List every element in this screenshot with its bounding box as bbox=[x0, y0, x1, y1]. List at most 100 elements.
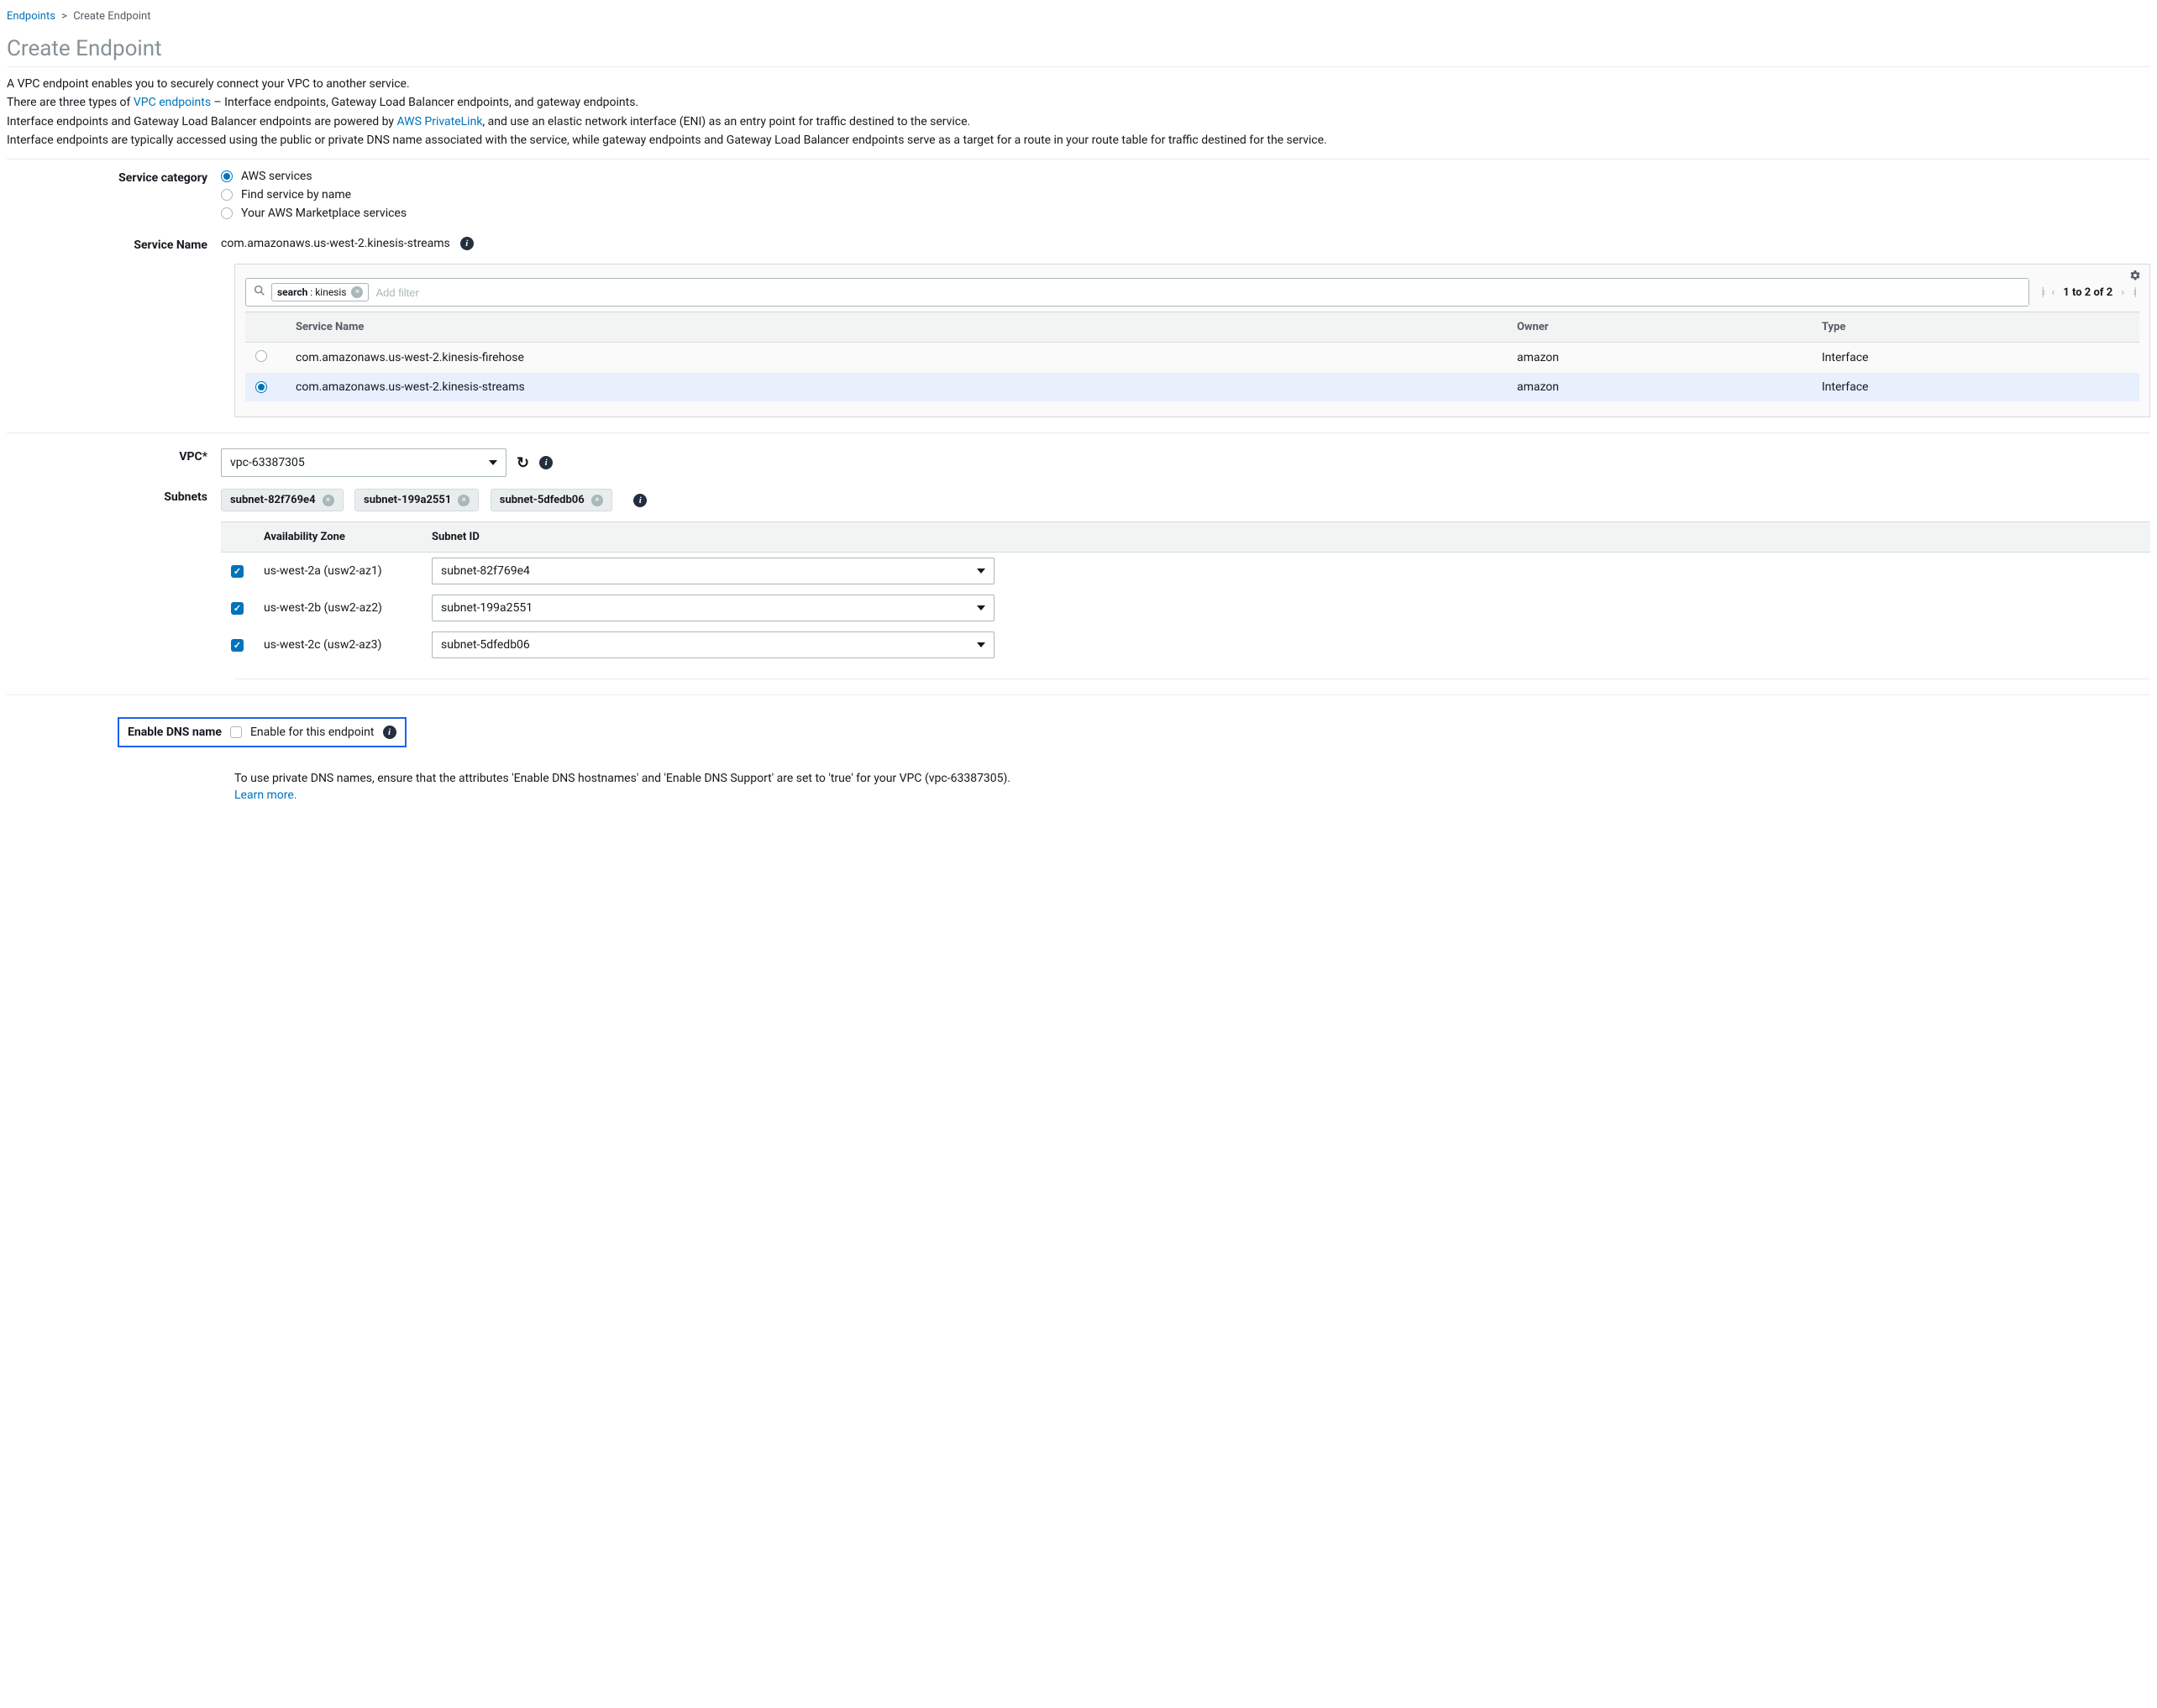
subnet-select-value: subnet-5dfedb06 bbox=[441, 638, 530, 652]
dns-note-text: To use private DNS names, ensure that th… bbox=[234, 771, 2150, 788]
chevron-down-icon bbox=[489, 460, 497, 465]
cell-type: Interface bbox=[1812, 373, 2139, 401]
breadcrumb: Endpoints > Create Endpoint bbox=[7, 7, 2150, 29]
chevron-down-icon bbox=[977, 568, 985, 574]
subnet-select[interactable]: subnet-199a2551 bbox=[432, 595, 995, 621]
page-prev-icon[interactable]: ‹ bbox=[2051, 286, 2055, 299]
tag-remove-icon[interactable]: × bbox=[458, 495, 470, 506]
col-service-name[interactable]: Service Name bbox=[286, 312, 1507, 343]
subnet-tag[interactable]: subnet-82f769e4 × bbox=[221, 489, 344, 511]
chevron-down-icon bbox=[977, 642, 985, 647]
page-info: 1 to 2 of 2 bbox=[2063, 286, 2112, 299]
subnet-select[interactable]: subnet-5dfedb06 bbox=[432, 631, 995, 658]
enable-dns-row: Enable DNS name Enable for this endpoint… bbox=[7, 710, 2150, 747]
subnets-label: Subnets bbox=[7, 489, 221, 504]
search-chip[interactable]: search : kinesis × bbox=[271, 283, 369, 301]
vpc-endpoints-link[interactable]: VPC endpoints bbox=[134, 96, 211, 109]
cell-service-name: com.amazonaws.us-west-2.kinesis-streams bbox=[286, 373, 1507, 401]
chip-remove-icon[interactable]: × bbox=[351, 286, 363, 298]
aws-privatelink-link[interactable]: AWS PrivateLink bbox=[397, 115, 483, 128]
radio-label: Your AWS Marketplace services bbox=[241, 207, 407, 220]
subnet-tags: subnet-82f769e4 × subnet-199a2551 × subn… bbox=[221, 489, 2150, 511]
cell-type: Interface bbox=[1812, 343, 2139, 374]
divider bbox=[7, 694, 2150, 695]
service-name-value: com.amazonaws.us-west-2.kinesis-streams bbox=[221, 237, 450, 250]
service-table-panel: search : kinesis × |‹ ‹ 1 to 2 of 2 › ›|… bbox=[234, 264, 2150, 417]
service-row[interactable]: com.amazonaws.us-west-2.kinesis-firehose… bbox=[245, 343, 2139, 374]
subnet-select-value: subnet-82f769e4 bbox=[441, 564, 530, 578]
intro-line1: A VPC endpoint enables you to securely c… bbox=[7, 76, 2150, 92]
enable-dns-highlight: Enable DNS name Enable for this endpoint… bbox=[118, 717, 407, 747]
tag-remove-icon[interactable]: × bbox=[591, 495, 603, 506]
subnets-row: Subnets subnet-82f769e4 × subnet-199a255… bbox=[7, 489, 2150, 663]
checkbox[interactable] bbox=[231, 639, 244, 652]
subnet-tag[interactable]: subnet-199a2551 × bbox=[354, 489, 479, 511]
intro-text: A VPC endpoint enables you to securely c… bbox=[7, 76, 2150, 149]
col-owner[interactable]: Owner bbox=[1507, 312, 1812, 343]
gear-icon[interactable] bbox=[2129, 270, 2141, 285]
page-next-icon[interactable]: › bbox=[2121, 286, 2124, 299]
radio-label: AWS services bbox=[241, 170, 312, 183]
subnet-row: us-west-2a (usw2-az1) subnet-82f769e4 bbox=[221, 553, 2150, 590]
radio-icon bbox=[221, 170, 233, 182]
cell-az: us-west-2c (usw2-az3) bbox=[254, 626, 422, 663]
info-icon[interactable]: i bbox=[633, 494, 647, 507]
vpc-row: VPC* vpc-63387305 ↻ i bbox=[7, 448, 2150, 477]
vpc-select[interactable]: vpc-63387305 bbox=[221, 448, 506, 477]
refresh-icon[interactable]: ↻ bbox=[517, 454, 529, 472]
checkbox[interactable] bbox=[231, 602, 244, 615]
breadcrumb-current: Create Endpoint bbox=[73, 10, 150, 23]
vpc-value: vpc-63387305 bbox=[230, 456, 305, 469]
service-category-option-aws[interactable]: AWS services bbox=[221, 170, 2150, 183]
divider bbox=[7, 432, 2150, 433]
learn-more-link[interactable]: Learn more. bbox=[234, 789, 297, 802]
intro-line3: Interface endpoints and Gateway Load Bal… bbox=[7, 113, 2150, 130]
page-first-icon[interactable]: |‹ bbox=[2041, 286, 2043, 299]
info-icon[interactable]: i bbox=[460, 237, 474, 250]
radio-label: Find service by name bbox=[241, 188, 351, 202]
breadcrumb-separator: > bbox=[61, 10, 67, 23]
breadcrumb-root-link[interactable]: Endpoints bbox=[7, 10, 55, 23]
cell-service-name: com.amazonaws.us-west-2.kinesis-firehose bbox=[286, 343, 1507, 374]
cell-owner: amazon bbox=[1507, 343, 1812, 374]
service-name-label: Service Name bbox=[7, 237, 221, 252]
checkbox[interactable] bbox=[231, 565, 244, 578]
subnet-row: us-west-2c (usw2-az3) subnet-5dfedb06 bbox=[221, 626, 2150, 663]
page-last-icon[interactable]: ›| bbox=[2133, 286, 2134, 299]
col-type[interactable]: Type bbox=[1812, 312, 2139, 343]
service-category-option-findbyname[interactable]: Find service by name bbox=[221, 188, 2150, 202]
chevron-down-icon bbox=[977, 605, 985, 610]
radio-icon bbox=[221, 207, 233, 219]
service-search[interactable]: search : kinesis × bbox=[245, 278, 2029, 306]
service-table: Service Name Owner Type com.amazonaws.us… bbox=[245, 312, 2139, 401]
info-icon[interactable]: i bbox=[539, 456, 553, 469]
service-category-row: Service category AWS services Find servi… bbox=[7, 170, 2150, 225]
service-category-label: Service category bbox=[7, 170, 221, 185]
enable-dns-label: Enable DNS name bbox=[128, 726, 222, 739]
radio-icon[interactable] bbox=[255, 381, 267, 393]
service-category-option-marketplace[interactable]: Your AWS Marketplace services bbox=[221, 207, 2150, 220]
col-availability-zone[interactable]: Availability Zone bbox=[254, 522, 422, 553]
radio-icon[interactable] bbox=[255, 350, 267, 362]
enable-dns-checkbox[interactable] bbox=[230, 726, 242, 738]
info-icon[interactable]: i bbox=[383, 726, 396, 739]
cell-owner: amazon bbox=[1507, 373, 1812, 401]
subnet-select-value: subnet-199a2551 bbox=[441, 601, 533, 615]
cell-az: us-west-2b (usw2-az2) bbox=[254, 589, 422, 626]
intro-line4: Interface endpoints are typically access… bbox=[7, 132, 2150, 149]
search-icon bbox=[253, 284, 266, 301]
search-input[interactable] bbox=[374, 279, 2028, 306]
enable-dns-checkbox-label: Enable for this endpoint bbox=[250, 726, 375, 739]
subnet-select[interactable]: subnet-82f769e4 bbox=[432, 558, 995, 584]
pagination: |‹ ‹ 1 to 2 of 2 › ›| bbox=[2029, 286, 2139, 299]
subnet-tag[interactable]: subnet-5dfedb06 × bbox=[491, 489, 612, 511]
page-title: Create Endpoint bbox=[7, 36, 2150, 67]
radio-icon bbox=[221, 189, 233, 201]
cell-az: us-west-2a (usw2-az1) bbox=[254, 553, 422, 590]
divider bbox=[234, 678, 2150, 679]
service-row[interactable]: com.amazonaws.us-west-2.kinesis-streams … bbox=[245, 373, 2139, 401]
subnet-row: us-west-2b (usw2-az2) subnet-199a2551 bbox=[221, 589, 2150, 626]
col-subnet-id[interactable]: Subnet ID bbox=[422, 522, 2100, 553]
tag-remove-icon[interactable]: × bbox=[323, 495, 334, 506]
vpc-label: VPC* bbox=[7, 448, 221, 464]
